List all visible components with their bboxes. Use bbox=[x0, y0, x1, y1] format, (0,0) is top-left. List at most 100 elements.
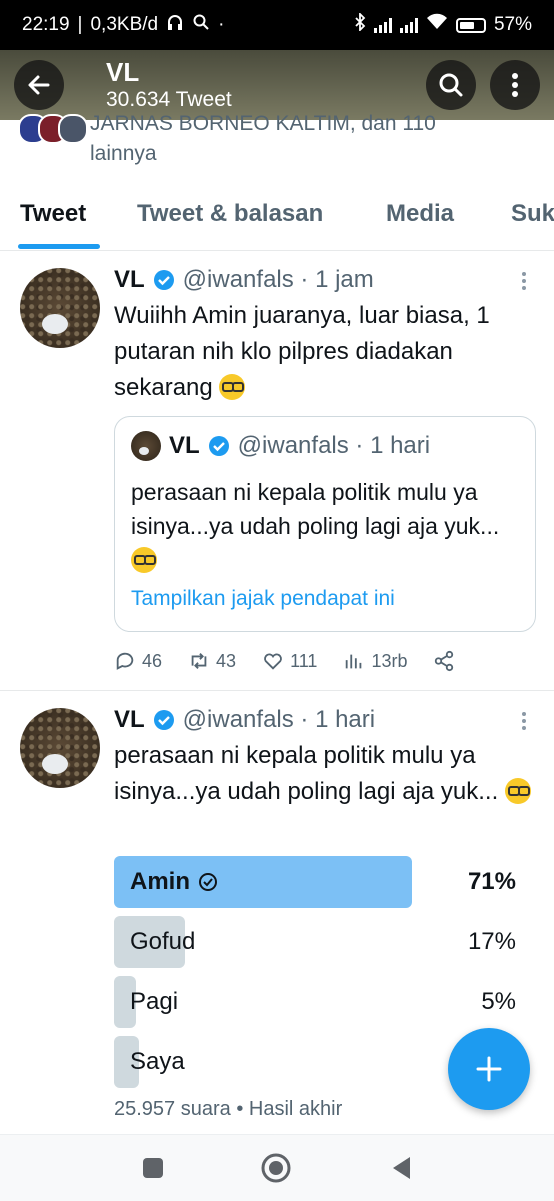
more-options-button[interactable] bbox=[490, 60, 540, 110]
tweet-actions: 46 43 111 13rb bbox=[114, 650, 481, 672]
verified-badge-icon bbox=[153, 710, 174, 730]
like-button[interactable]: 111 bbox=[262, 650, 317, 672]
poll-option-text: Gofud bbox=[130, 928, 196, 955]
dot-indicator-icon: · bbox=[218, 14, 225, 35]
tweet-text-content: Wuiihh Amin juaranya, luar biasa, 1 puta… bbox=[114, 302, 490, 401]
quoted-tweet[interactable]: VL @iwanfals · 1 hari perasaan ni kepala… bbox=[114, 416, 536, 632]
reply-icon bbox=[116, 652, 134, 670]
quote-author-name: VL bbox=[169, 432, 200, 459]
back-nav-button[interactable] bbox=[390, 1155, 412, 1186]
home-circle-icon bbox=[261, 1153, 291, 1183]
views-button[interactable]: 13rb bbox=[343, 650, 407, 672]
nerd-face-emoji-icon bbox=[504, 778, 531, 804]
quote-text-content: perasaan ni kepala politik mulu ya isiny… bbox=[131, 479, 500, 539]
quote-text: perasaan ni kepala politik mulu ya isiny… bbox=[131, 475, 521, 577]
poll-meta: 25.957 suara • Hasil akhir bbox=[114, 1098, 343, 1120]
header-name: VL bbox=[106, 57, 140, 87]
avatar[interactable] bbox=[20, 708, 100, 788]
author-handle-time[interactable]: @iwanfals · 1 hari bbox=[183, 706, 375, 734]
poll-option-percent: 5% bbox=[481, 988, 516, 1015]
recent-apps-button[interactable] bbox=[142, 1157, 164, 1184]
followed-by-line1: JARNAS BORNEO KALTIM, dan 110 bbox=[90, 112, 436, 135]
status-time: 22:19 bbox=[22, 14, 70, 35]
search-notification-icon bbox=[192, 13, 210, 37]
nerd-face-emoji-icon bbox=[131, 547, 157, 573]
system-nav-bar bbox=[0, 1134, 554, 1201]
retweet-count: 43 bbox=[216, 650, 237, 671]
tweet-more-icon[interactable] bbox=[522, 712, 528, 730]
status-network-speed: 0,3KB/d bbox=[90, 14, 159, 35]
avatar bbox=[58, 114, 88, 144]
quote-header: VL @iwanfals · 1 hari bbox=[131, 431, 430, 461]
poll-option-label: Saya bbox=[130, 1048, 185, 1076]
active-tab-indicator bbox=[18, 244, 100, 249]
tweet-header: VL @iwanfals · 1 jam bbox=[114, 266, 374, 294]
avatar[interactable] bbox=[20, 268, 100, 348]
back-button[interactable] bbox=[14, 60, 64, 110]
followed-by[interactable]: JARNAS BORNEO KALTIM, dan 110 lainnya bbox=[0, 108, 554, 176]
plus-icon bbox=[476, 1056, 502, 1082]
square-icon bbox=[143, 1158, 163, 1178]
profile-tabs: Tweet Tweet & balasan Media Suka bbox=[0, 188, 554, 251]
retweet-icon bbox=[191, 653, 207, 669]
nerd-face-emoji-icon bbox=[219, 374, 246, 400]
followed-by-line2: lainnya bbox=[90, 142, 157, 165]
poll-option-percent: 71% bbox=[467, 868, 516, 895]
status-bar: 22:19 | 0,3KB/d · 57% bbox=[0, 0, 554, 50]
battery-percent: 57% bbox=[493, 14, 532, 35]
poll-option-text: Amin bbox=[130, 868, 190, 895]
share-icon bbox=[435, 650, 454, 672]
show-poll-link[interactable]: Tampilkan jajak pendapat ini bbox=[131, 587, 395, 611]
poll-option: Pagi 5% bbox=[114, 976, 516, 1028]
poll-option-text: Saya bbox=[130, 1048, 185, 1075]
author-name[interactable]: VL bbox=[114, 266, 145, 294]
tweet-header: VL @iwanfals · 1 hari bbox=[114, 706, 375, 734]
signal-icon-2 bbox=[399, 17, 418, 33]
verified-badge-icon bbox=[153, 270, 174, 290]
poll-option-label: Pagi bbox=[130, 988, 178, 1016]
battery-icon bbox=[455, 17, 486, 33]
avatar bbox=[131, 431, 161, 461]
share-button[interactable] bbox=[433, 650, 455, 672]
verified-badge-icon bbox=[208, 436, 229, 456]
tweet-text: perasaan ni kepala politik mulu ya isiny… bbox=[114, 738, 534, 810]
reply-count: 46 bbox=[142, 650, 163, 671]
headphones-icon bbox=[166, 13, 184, 37]
bluetooth-icon bbox=[354, 11, 366, 37]
views-chart-icon bbox=[346, 654, 362, 669]
wifi-icon bbox=[426, 13, 448, 37]
tweet-text-content: perasaan ni kepala politik mulu ya isiny… bbox=[114, 742, 499, 805]
retweet-button[interactable]: 43 bbox=[188, 650, 236, 672]
signal-icon-1 bbox=[373, 17, 392, 33]
check-circle-icon bbox=[199, 873, 217, 891]
search-button[interactable] bbox=[426, 60, 476, 110]
views-count: 13rb bbox=[371, 650, 408, 671]
tab-suka[interactable]: Suka bbox=[511, 200, 554, 228]
poll-option-text: Pagi bbox=[130, 988, 179, 1015]
arrow-left-icon bbox=[28, 75, 50, 95]
reply-button[interactable]: 46 bbox=[114, 650, 162, 672]
header-title-block: VL 30.634 Tweet bbox=[106, 57, 426, 113]
author-handle-time[interactable]: @iwanfals · 1 jam bbox=[183, 266, 374, 294]
tab-media[interactable]: Media bbox=[386, 200, 454, 228]
poll-option-percent: 17% bbox=[467, 928, 516, 955]
follower-avatars bbox=[18, 114, 88, 144]
back-triangle-icon bbox=[393, 1157, 410, 1179]
search-icon bbox=[439, 73, 463, 97]
home-button[interactable] bbox=[260, 1152, 292, 1189]
tweet-text: Wuiihh Amin juaranya, luar biasa, 1 puta… bbox=[114, 298, 534, 406]
author-name[interactable]: VL bbox=[114, 706, 145, 734]
poll-option: Amin 71% bbox=[114, 856, 516, 908]
tweet-more-icon[interactable] bbox=[522, 272, 528, 290]
quote-author-handle-time: @iwanfals · 1 hari bbox=[237, 432, 431, 459]
tab-tweet[interactable]: Tweet bbox=[20, 200, 86, 228]
more-vertical-icon bbox=[512, 73, 518, 97]
heart-icon bbox=[264, 653, 282, 670]
compose-tweet-button[interactable] bbox=[448, 1028, 530, 1110]
poll-option-label: Gofud bbox=[130, 928, 195, 956]
tweet-1[interactable]: VL @iwanfals · 1 jam Wuiihh Amin juarany… bbox=[0, 250, 554, 690]
like-count: 111 bbox=[290, 650, 318, 671]
tab-tweet-balasan[interactable]: Tweet & balasan bbox=[137, 200, 323, 228]
poll-option: Gofud 17% bbox=[114, 916, 516, 968]
poll-option-label: Amin bbox=[130, 868, 218, 896]
